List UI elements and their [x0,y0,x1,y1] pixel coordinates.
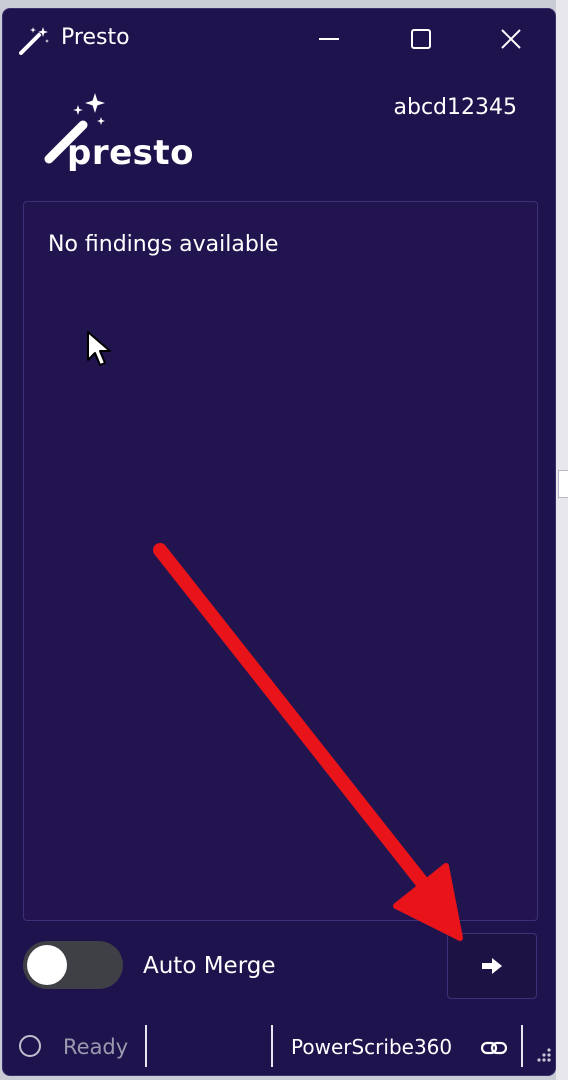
toggle-knob [27,945,67,985]
resize-grip-icon[interactable] [536,1047,552,1063]
findings-empty-message: No findings available [48,232,279,257]
close-icon [501,29,521,49]
logo-wordmark: presto [67,133,195,173]
presto-window: Presto presto abcd12345 No findings avai… [2,8,556,1076]
minimize-icon [319,38,339,40]
maximize-icon [411,29,431,49]
integration-name: PowerScribe360 [291,1035,453,1059]
background-window-fragment [558,470,568,498]
auto-merge-toggle[interactable] [23,941,123,989]
status-circle-icon [19,1035,41,1057]
user-id: abcd12345 [393,95,518,120]
desktop-background [556,0,568,1080]
send-button[interactable] [447,933,537,999]
status-separator [521,1025,523,1067]
findings-panel[interactable]: No findings available [23,201,538,921]
status-text: Ready [63,1035,129,1059]
close-button[interactable] [481,19,541,59]
title-bar[interactable]: Presto [3,9,555,71]
status-separator [271,1025,273,1067]
minimize-button[interactable] [299,19,359,59]
mouse-cursor-icon [87,331,111,366]
status-bar: Ready PowerScribe360 [3,1019,555,1075]
magic-wand-icon [19,27,49,55]
link-icon[interactable] [481,1041,507,1055]
auto-merge-label: Auto Merge [143,953,276,979]
status-separator [145,1025,147,1067]
maximize-button[interactable] [391,19,451,59]
arrow-right-icon [482,958,502,974]
window-title: Presto [61,25,130,50]
